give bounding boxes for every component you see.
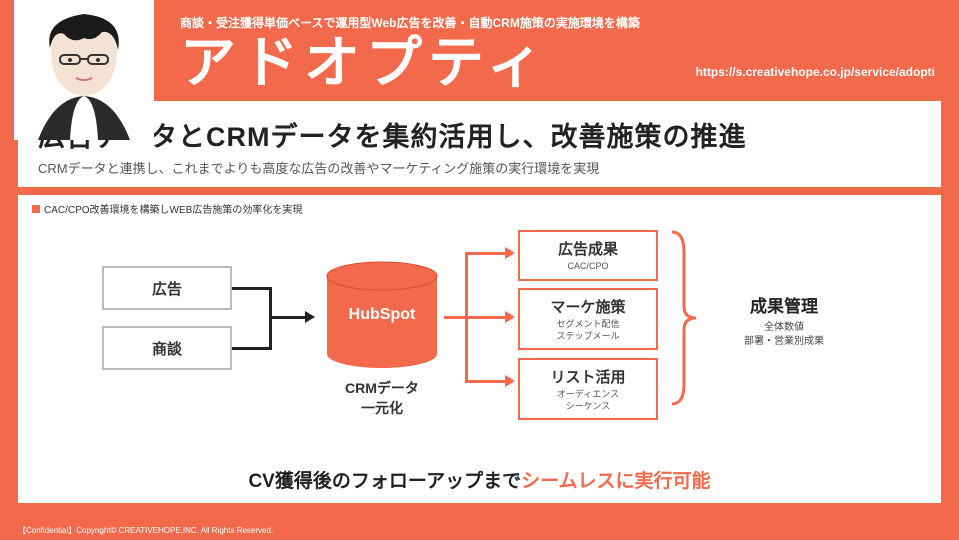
bottom-black: CV獲得後のフォローアップまで — [248, 471, 521, 492]
diagram-panel: CAC/CPO改善環境を構築しWEB広告施策の効率化を実現 広告 商談 HubS… — [18, 195, 941, 503]
connector — [465, 380, 507, 383]
caption-text: CAC/CPO改善環境を構築しWEB広告施策の効率化を実現 — [44, 201, 302, 216]
output-sub: セグメント配信 ステップメール — [556, 319, 619, 342]
tagline: 商談・受注獲得単価ベースで運用型Web広告を改善・自動CRM施策の実施環境を構築 — [180, 14, 939, 31]
result-sub: 全体数値 部署・営業別成果 — [744, 321, 824, 349]
output-title: マーケ施策 — [550, 296, 625, 317]
bullet-icon — [32, 205, 40, 213]
page-title: 広告データとCRMデータを集約活用し、改善施策の推進 — [38, 115, 921, 154]
connector — [232, 347, 272, 350]
arrow-head-icon — [505, 247, 515, 259]
output-sub: CAC/CPO — [567, 261, 608, 273]
diagram-caption: CAC/CPO改善環境を構築しWEB広告施策の効率化を実現 — [32, 201, 927, 216]
input-box-ad: 広告 — [102, 266, 232, 310]
result-box: 成果管理 全体数値 部署・営業別成果 — [724, 292, 844, 349]
bottom-statement: CV獲得後のフォローアップまでシームレスに実行可能 — [18, 466, 941, 493]
brace-icon — [668, 228, 698, 408]
arrow-head-icon — [305, 311, 315, 323]
page-subtitle: CRMデータと連携し、これまでよりも高度な広告の改善やマーケティング施策の実行環… — [38, 158, 921, 177]
hubspot-cylinder: HubSpot — [322, 260, 442, 370]
result-title: 成果管理 — [750, 292, 818, 317]
connector — [465, 252, 507, 255]
header: 商談・受注獲得単価ベースで運用型Web広告を改善・自動CRM施策の実施環境を構築… — [0, 0, 959, 101]
output-title: 広告成果 — [558, 238, 618, 259]
bottom-orange: シームレスに実行可能 — [521, 471, 710, 492]
title-panel: 広告データとCRMデータを集約活用し、改善施策の推進 CRMデータと連携し、これ… — [18, 101, 941, 187]
hub-caption: CRMデータ 一元化 — [312, 378, 452, 418]
arrow-head-icon — [505, 311, 515, 323]
avatar — [14, 0, 154, 140]
output-box-list: リスト活用 オーディエンス シーケンス — [518, 358, 658, 420]
output-title: リスト活用 — [550, 366, 625, 387]
connector — [465, 316, 507, 319]
brand-name: アドオプティ — [180, 35, 939, 91]
connector — [269, 316, 307, 319]
output-box-ad-result: 広告成果 CAC/CPO — [518, 230, 658, 281]
service-url[interactable]: https://s.creativehope.co.jp/service/ado… — [696, 65, 935, 79]
input-box-deal: 商談 — [102, 326, 232, 370]
output-sub: オーディエンス シーケンス — [557, 389, 619, 412]
connector — [232, 287, 272, 290]
diagram-canvas: 広告 商談 HubSpot CRMデータ 一元化 — [32, 222, 927, 462]
output-box-marketing: マーケ施策 セグメント配信 ステップメール — [518, 288, 658, 350]
hubspot-label: HubSpot — [349, 306, 416, 324]
footer-copyright: 【Confidential】Copyright© CREATIVEHOPE,IN… — [18, 525, 273, 536]
arrow-head-icon — [505, 375, 515, 387]
